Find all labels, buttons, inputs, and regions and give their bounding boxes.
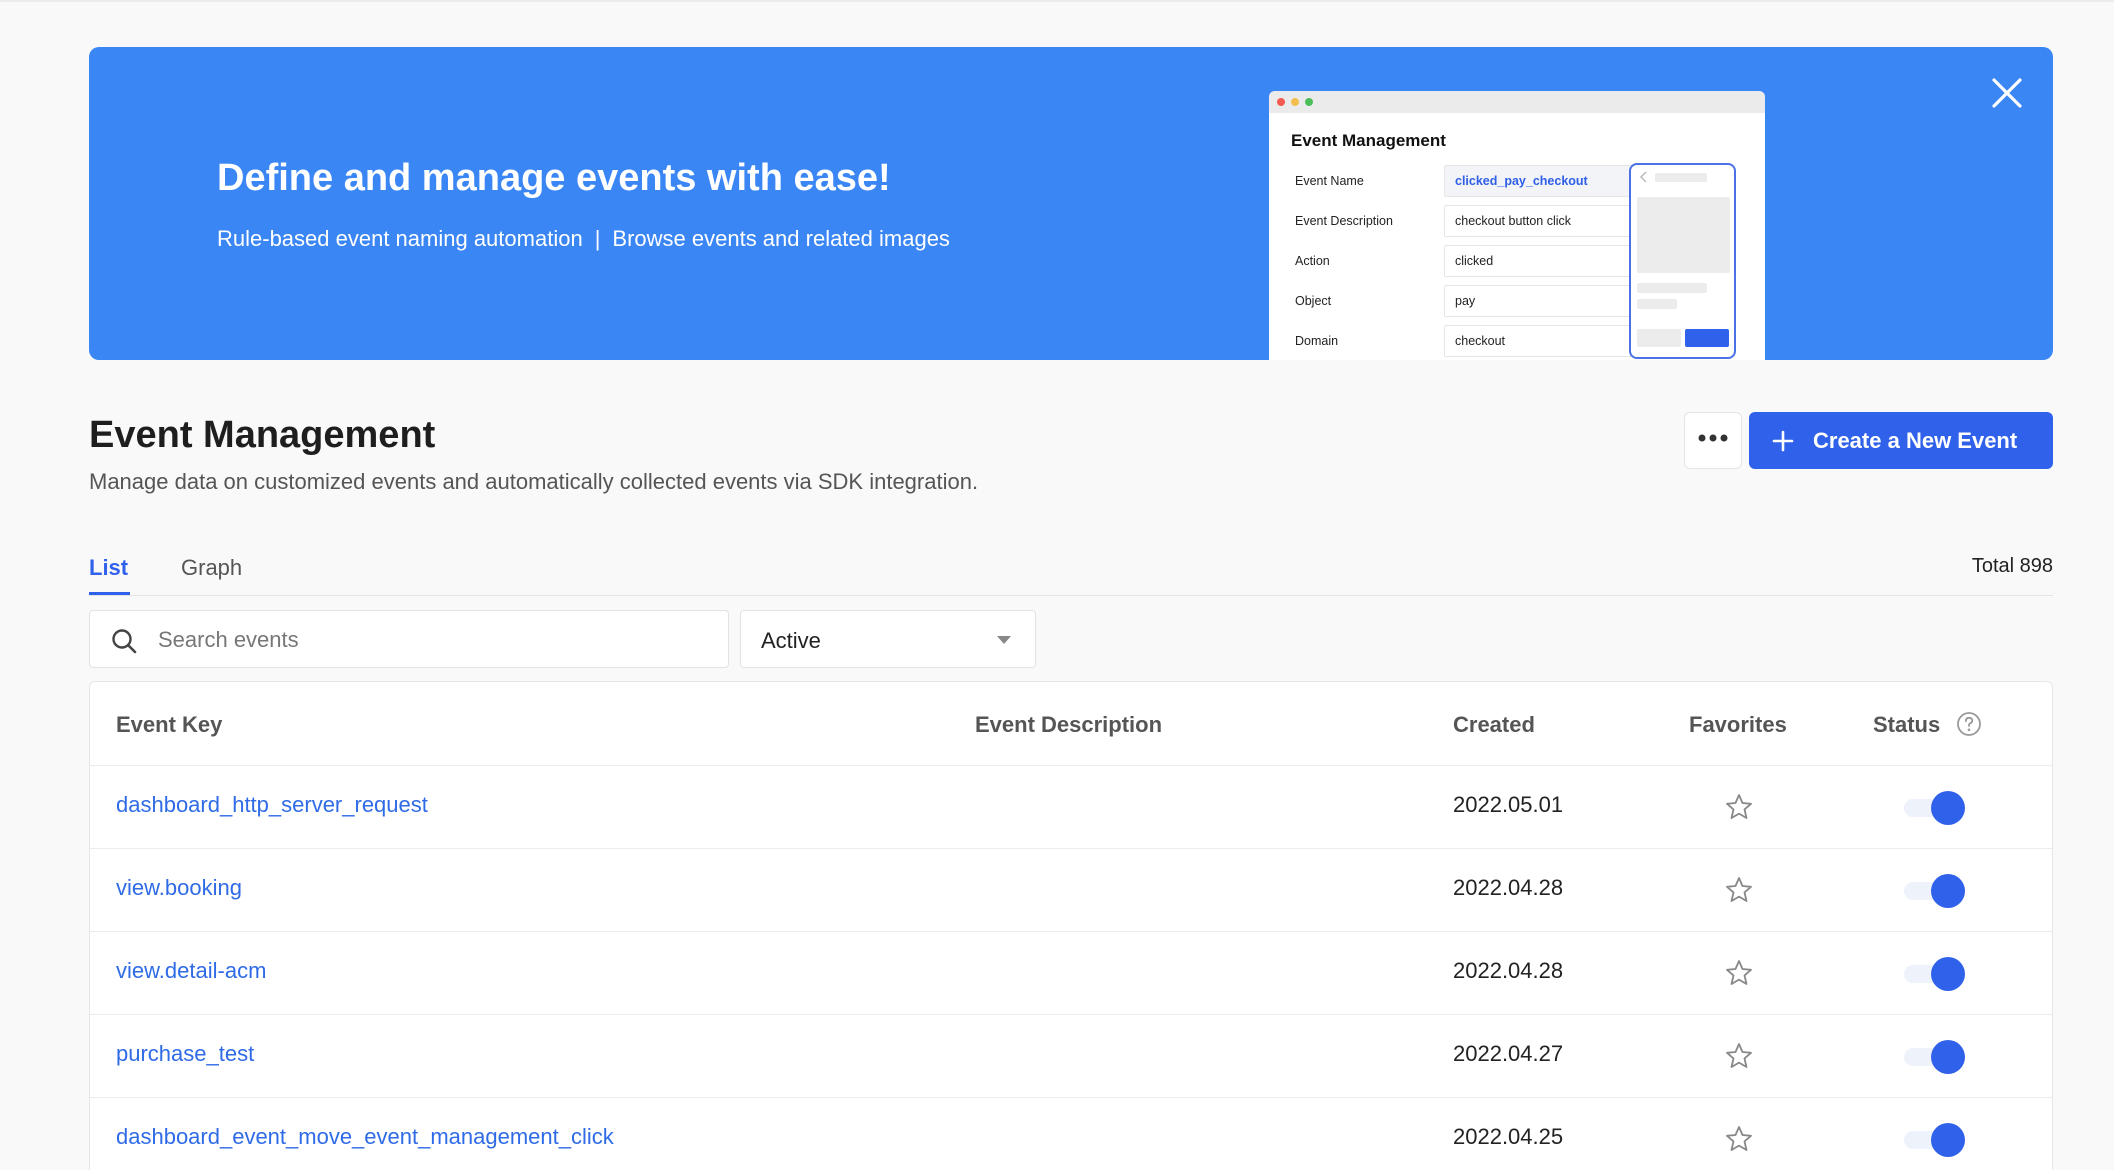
promo-banner: Define and manage events with ease! Rule… [89,47,2053,360]
phone-placeholder-button [1637,329,1681,347]
create-new-event-label: Create a New Event [1813,427,2018,453]
top-divider [0,0,2114,2]
phone-placeholder-bar [1655,173,1707,182]
column-header-event-description: Event Description [975,712,1163,737]
status-toggle[interactable] [1904,874,1966,908]
created-date: 2022.04.25 [1453,1124,1564,1149]
create-new-event-button[interactable]: Create a New Event [1749,412,2053,469]
events-table: Event Key Event Description Created Favo… [89,681,2053,1170]
phone-placeholder-image [1637,197,1730,273]
preview-field-value: checkout [1444,325,1640,357]
star-outline-icon[interactable] [1724,1124,1754,1154]
plus-icon [1772,430,1794,451]
banner-subtitle-separator: | [594,226,601,251]
preview-field-value: checkout button click [1444,205,1640,237]
star-outline-icon[interactable] [1724,792,1754,822]
status-select-value: Active [761,628,821,653]
event-key-link[interactable]: view.booking [116,875,242,901]
banner-preview-window: Event Management Event Name clicked_pay_… [1269,91,1765,360]
column-header-status: Status [1873,712,1941,737]
preview-field-label: Event Name [1295,174,1364,188]
toggle-knob [1931,957,1965,991]
table-row[interactable]: purchase_test 2022.04.27 [90,1014,2052,1097]
window-close-dot-icon [1277,98,1285,106]
preview-field-value: pay [1444,285,1640,317]
preview-field-value: clicked [1444,245,1640,277]
status-toggle[interactable] [1904,791,1966,825]
column-header-event-key: Event Key [116,712,223,737]
column-header-created: Created [1453,712,1535,737]
status-toggle[interactable] [1904,1123,1966,1157]
window-minimize-dot-icon [1291,98,1299,106]
help-circle-icon[interactable] [1956,711,1982,737]
preview-field-row: Object pay [1295,285,1640,317]
preview-field-row: Action clicked [1295,245,1640,277]
preview-field-label: Event Description [1295,214,1393,228]
banner-close-button[interactable] [1987,73,2027,113]
star-outline-icon[interactable] [1724,1041,1754,1071]
toggle-knob [1931,791,1965,825]
tab-graph[interactable]: Graph [181,555,242,581]
banner-subtitle-left: Rule-based event naming automation [217,226,583,251]
preview-field-row: Event Description checkout button click [1295,205,1640,237]
chevron-left-icon [1639,171,1647,183]
table-row[interactable]: view.detail-acm 2022.04.28 [90,931,2052,1014]
event-key-link[interactable]: view.detail-acm [116,958,266,984]
created-date: 2022.04.28 [1453,958,1564,983]
created-date: 2022.04.27 [1453,1041,1564,1066]
search-box[interactable] [89,610,729,668]
preview-field-label: Object [1295,294,1332,308]
phone-primary-button [1685,329,1729,347]
preview-phone-mockup [1629,163,1736,359]
preview-field-row: Event Name clicked_pay_checkout [1295,165,1640,197]
preview-field-row: Domain checkout [1295,325,1640,357]
toggle-knob [1931,1123,1965,1157]
preview-title: Event Management [1291,131,1446,150]
status-toggle[interactable] [1904,1040,1966,1074]
more-options-button[interactable] [1684,412,1742,469]
page-description: Manage data on customized events and aut… [89,469,979,494]
table-row[interactable]: dashboard_event_move_event_management_cl… [90,1097,2052,1170]
event-key-link[interactable]: dashboard_event_move_event_management_cl… [116,1124,614,1150]
event-key-link[interactable]: purchase_test [116,1041,254,1067]
table-row[interactable]: view.booking 2022.04.28 [90,848,2052,931]
tab-list[interactable]: List [89,555,128,581]
more-horizontal-icon [1698,434,1728,442]
toggle-knob [1931,874,1965,908]
banner-subtitle: Rule-based event naming automation | Brows… [217,226,950,252]
star-outline-icon[interactable] [1724,875,1754,905]
preview-field-value: clicked_pay_checkout [1444,165,1640,197]
tabs-divider [89,595,2053,596]
preview-field-label: Domain [1295,334,1339,348]
phone-placeholder-line [1637,283,1707,293]
search-icon [112,629,137,654]
preview-field-label: Action [1295,254,1330,268]
created-date: 2022.05.01 [1453,792,1564,817]
preview-titlebar [1269,91,1765,113]
created-date: 2022.04.28 [1453,875,1564,900]
search-input[interactable] [158,621,708,659]
event-key-link[interactable]: dashboard_http_server_request [116,792,428,818]
close-icon [1992,78,2022,108]
page-title: Event Management [89,414,436,456]
caret-down-icon [997,636,1011,644]
window-maximize-dot-icon [1305,98,1313,106]
table-row[interactable]: dashboard_http_server_request 2022.05.01 [90,765,2052,848]
active-tab-indicator [89,592,130,595]
status-select[interactable]: Active [740,610,1036,668]
star-outline-icon[interactable] [1724,958,1754,988]
toggle-knob [1931,1040,1965,1074]
banner-title: Define and manage events with ease! [217,157,891,199]
phone-placeholder-line [1637,299,1677,309]
column-header-favorites: Favorites [1689,712,1787,737]
total-count: Total 898 [1971,555,2053,577]
status-toggle[interactable] [1904,957,1966,991]
banner-subtitle-right: Browse events and related images [612,226,950,251]
